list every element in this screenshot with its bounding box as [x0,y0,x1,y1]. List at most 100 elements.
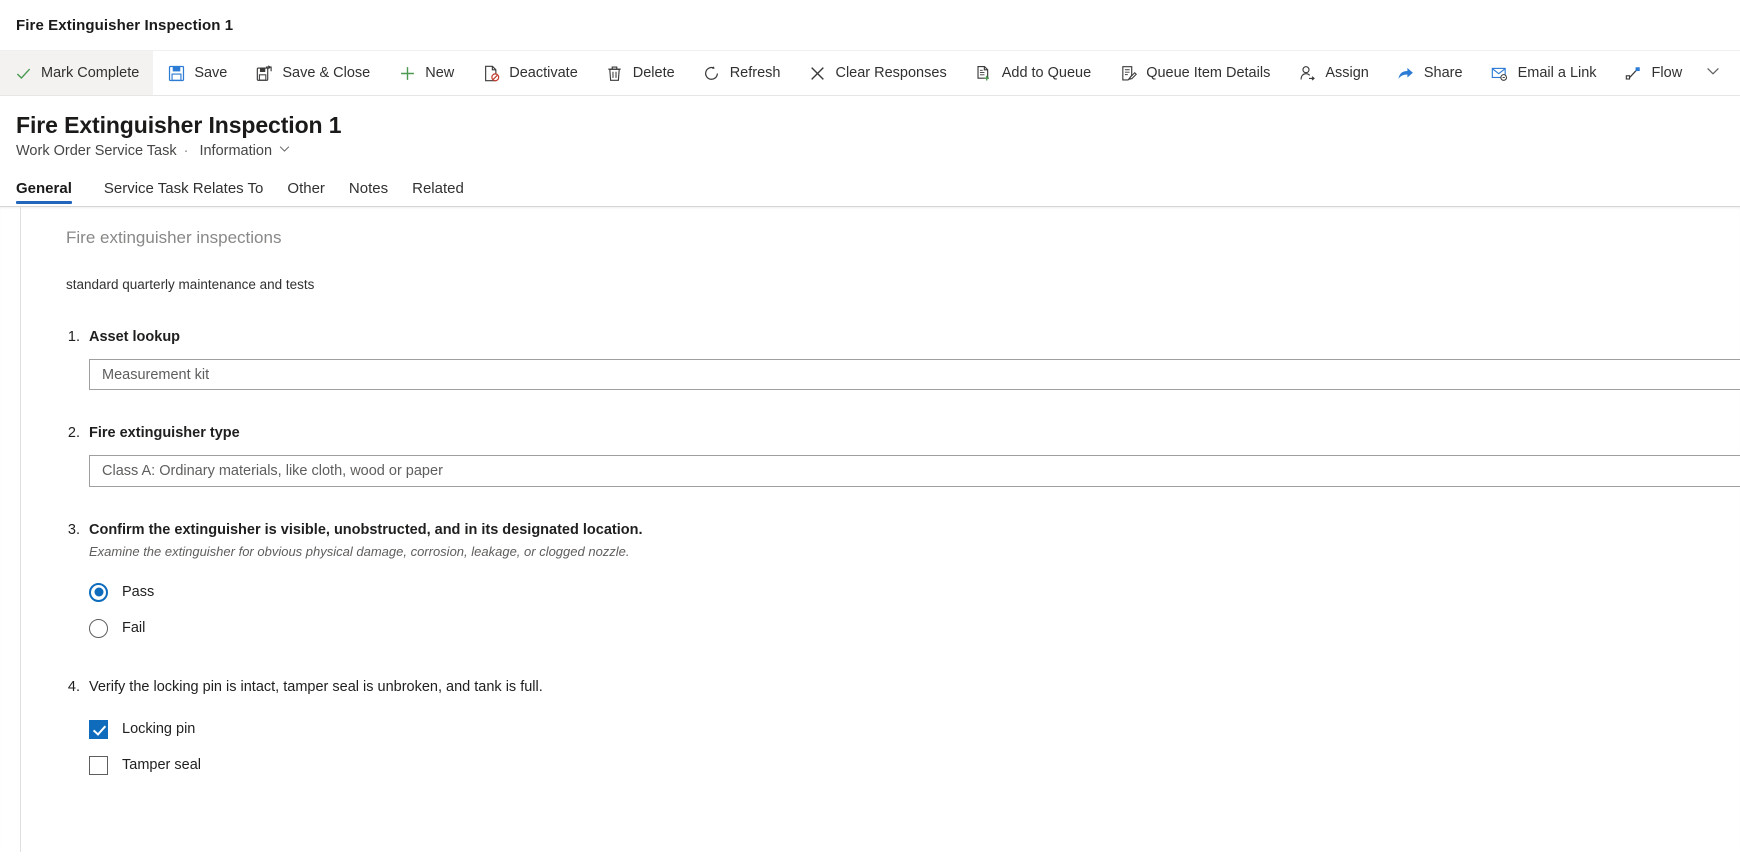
save-and-close-button[interactable]: Save & Close [241,51,384,95]
deactivate-icon [482,64,500,82]
queue-item-details-label: Queue Item Details [1146,65,1271,81]
question-3-hint: Examine the extinguisher for obvious phy… [89,544,630,559]
tab-notes[interactable]: Notes [337,180,400,206]
save-label: Save [194,65,228,81]
plus-icon [398,64,416,82]
question-2-label: Fire extinguisher type [89,425,240,441]
email-a-link-label: Email a Link [1517,65,1597,81]
save-close-icon [255,64,273,82]
tab-related[interactable]: Related [400,180,476,206]
question-1-label: Asset lookup [89,329,181,345]
flow-label: Flow [1651,65,1683,81]
trash-icon [606,64,624,82]
refresh-icon [703,64,721,82]
fire-extinguisher-type-input[interactable]: Class A: Ordinary materials, like cloth,… [89,455,1740,487]
flow-icon [1625,64,1643,82]
email-a-link-button[interactable]: Email a Link [1477,51,1611,95]
delete-label: Delete [632,65,675,81]
queue-item-details-icon [1119,64,1137,82]
record-subtitle: Work Order Service Task · Information [16,142,1740,159]
checkbox-option-tamper-seal[interactable]: Tamper seal [89,749,1740,781]
form-selector-label: Information [199,142,273,159]
question-3-number: 3. [67,522,80,538]
asset-lookup-input[interactable]: Measurement kit [89,359,1740,390]
tab-other[interactable]: Other [275,180,337,206]
refresh-button[interactable]: Refresh [689,51,795,95]
question-2-header: 2. Fire extinguisher type [66,423,1740,443]
deactivate-label: Deactivate [509,65,578,81]
mark-complete-label: Mark Complete [41,65,140,81]
question-3: 3. Confirm the extinguisher is visible, … [60,520,1740,644]
radio-option-fail[interactable]: Fail [89,612,1740,644]
record-header: Fire Extinguisher Inspection 1 Work Orde… [0,96,1740,159]
tab-strip: General Service Task Relates To Other No… [0,159,1740,206]
question-3-options: Pass Fail [89,576,1740,644]
chevron-down-icon [278,142,291,159]
question-4-header: 4. Verify the locking pin is intact, tam… [66,677,1740,697]
app-titlebar: Fire Extinguisher Inspection 1 [0,0,1740,50]
question-3-header: 3. Confirm the extinguisher is visible, … [66,520,1740,540]
subtitle-separator: · [183,142,189,159]
queue-item-details-button[interactable]: Queue Item Details [1105,51,1284,95]
question-2-field-row: Class A: Ordinary materials, like cloth,… [89,455,1740,487]
chevron-down-icon [1705,63,1721,84]
question-1-header: 1. Asset lookup [66,327,1740,347]
tab-general-label: General [16,180,72,197]
content-left-divider [20,207,21,852]
checkmark-icon [14,64,32,82]
question-1: 1. Asset lookup Measurement kit [60,327,1740,390]
add-to-queue-label: Add to Queue [1001,65,1092,81]
assign-label: Assign [1325,65,1369,81]
command-bar-overflow-button[interactable] [1696,51,1730,95]
tab-other-label: Other [287,180,325,197]
add-to-queue-button[interactable]: Add to Queue [961,51,1106,95]
question-4: 4. Verify the locking pin is intact, tam… [60,677,1740,781]
inspection-section-title: Fire extinguisher inspections [66,228,282,247]
clear-responses-label: Clear Responses [835,65,947,81]
question-1-number: 1. [67,329,80,345]
radio-unchecked-icon[interactable] [89,618,108,638]
checkbox-checked-icon[interactable] [89,719,108,739]
tab-related-label: Related [412,180,464,197]
checkbox-option-locking-pin[interactable]: Locking pin [89,713,1740,745]
radio-option-fail-label: Fail [122,620,146,636]
app-title: Fire Extinguisher Inspection 1 [16,16,234,34]
close-x-icon [808,64,826,82]
radio-checked-icon[interactable] [89,582,108,602]
tab-general[interactable]: General [16,180,84,206]
question-3-label: Confirm the extinguisher is visible, uno… [89,522,643,538]
flow-button[interactable]: Flow [1611,51,1697,95]
checkbox-unchecked-icon[interactable] [89,755,108,775]
checkbox-option-tamper-seal-label: Tamper seal [122,757,201,773]
tab-service-task-relates-to[interactable]: Service Task Relates To [92,180,276,206]
deactivate-button[interactable]: Deactivate [468,51,592,95]
form-selector[interactable]: Information [199,142,291,159]
asset-lookup-value: Measurement kit [102,366,210,383]
radio-option-pass[interactable]: Pass [89,576,1740,608]
share-icon [1397,64,1415,82]
question-2-number: 2. [67,425,80,441]
question-4-options: Locking pin Tamper seal [89,713,1740,781]
assign-person-icon [1298,64,1316,82]
question-2: 2. Fire extinguisher type Class A: Ordin… [60,423,1740,487]
tab-notes-label: Notes [348,180,389,197]
question-1-field-row: Measurement kit [89,359,1740,390]
mark-complete-button[interactable]: Mark Complete [0,51,154,95]
delete-button[interactable]: Delete [592,51,689,95]
save-icon [167,64,185,82]
checkbox-option-locking-pin-label: Locking pin [122,721,196,737]
tab-service-task-relates-to-label: Service Task Relates To [103,180,264,197]
entity-name: Work Order Service Task [16,142,177,159]
radio-option-pass-label: Pass [122,584,155,600]
share-button[interactable]: Share [1383,51,1477,95]
question-4-label: Verify the locking pin is intact, tamper… [89,679,543,695]
add-to-queue-icon [975,64,993,82]
save-button[interactable]: Save [153,51,241,95]
email-link-icon [1491,64,1509,82]
save-and-close-label: Save & Close [282,65,371,81]
clear-responses-button[interactable]: Clear Responses [794,51,960,95]
new-button[interactable]: New [384,51,468,95]
fire-extinguisher-type-value: Class A: Ordinary materials, like cloth,… [102,463,443,479]
inspection-section-description: standard quarterly maintenance and tests [66,277,315,292]
assign-button[interactable]: Assign [1284,51,1383,95]
